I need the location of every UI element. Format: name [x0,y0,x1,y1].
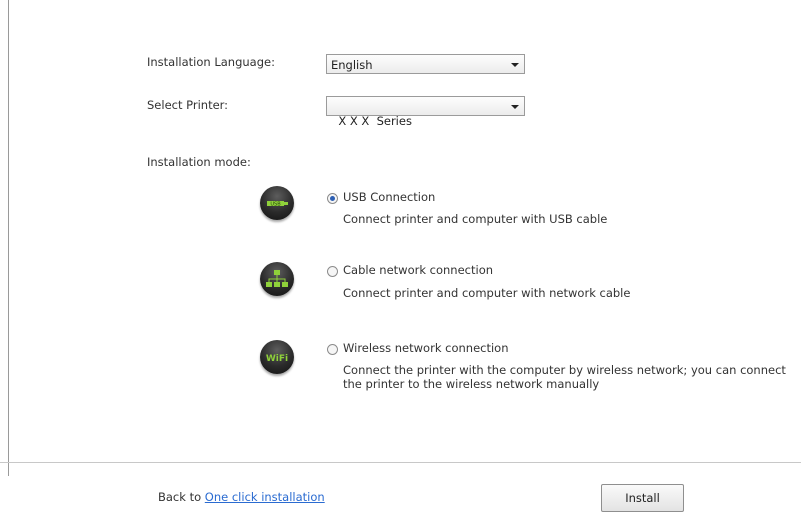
usb-icon: USB [260,186,294,220]
wireless-network-label[interactable]: Wireless network connection [343,341,509,355]
chevron-down-icon [511,105,519,109]
window-left-border [8,0,9,476]
wireless-network-description-line1: Connect the printer with the computer by… [343,363,786,377]
printer-select-value: X X X Series [338,114,412,128]
printer-label: Select Printer: [147,98,229,112]
language-select-value: English [331,58,373,72]
wireless-network-radio[interactable] [327,344,338,355]
printer-select[interactable]: X X X Series [326,96,525,128]
language-select[interactable]: English [326,54,525,74]
svg-text:USB: USB [270,201,281,207]
language-label: Installation Language: [147,55,275,69]
back-to-text: Back to One click installation [158,490,325,504]
wifi-icon: WiFi [260,340,294,374]
cable-network-label[interactable]: Cable network connection [343,263,493,277]
footer-divider [0,462,801,463]
back-prefix: Back to [158,490,202,504]
cable-network-description: Connect printer and computer with networ… [343,286,631,300]
wireless-network-description-line2: the printer to the wireless network manu… [343,377,600,391]
network-icon [260,262,294,296]
usb-connection-label[interactable]: USB Connection [343,190,435,204]
usb-connection-radio[interactable] [327,193,338,204]
mode-label: Installation mode: [147,155,251,169]
wifi-icon-text: WiFi [266,354,288,364]
install-button[interactable]: Install [601,484,684,512]
chevron-down-icon [511,63,519,67]
cable-network-radio[interactable] [327,266,338,277]
usb-connection-description: Connect printer and computer with USB ca… [343,212,608,226]
one-click-installation-link[interactable]: One click installation [205,490,325,504]
